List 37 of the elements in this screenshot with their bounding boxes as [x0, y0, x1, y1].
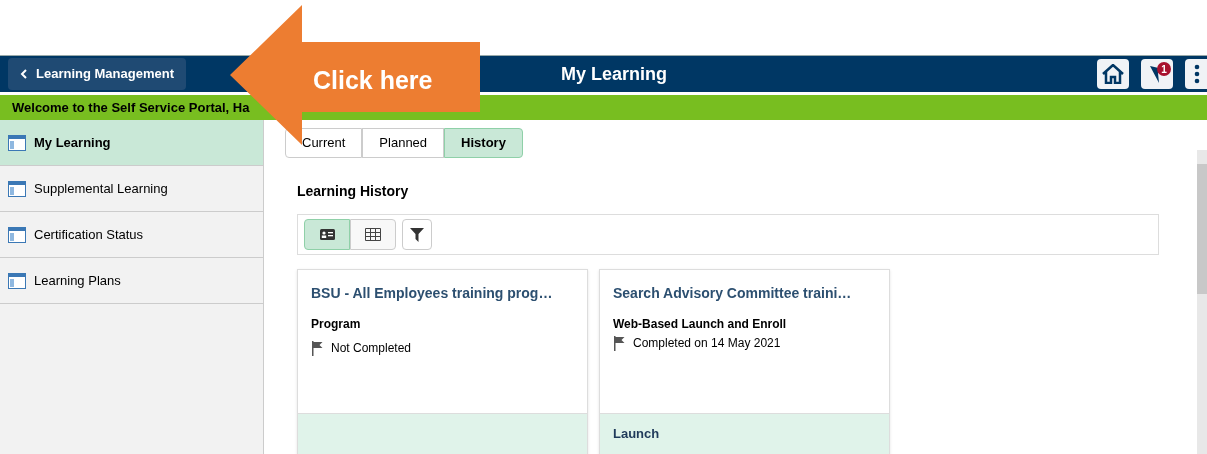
more-button[interactable]: [1185, 59, 1207, 89]
card-type: Web-Based Launch and Enroll: [613, 316, 788, 333]
page-icon: [8, 180, 26, 197]
card-title[interactable]: Search Advisory Committee traini…: [613, 283, 876, 304]
card-view-button[interactable]: [304, 219, 350, 250]
notifications-button[interactable]: 1: [1141, 59, 1173, 89]
tab[interactable]: Planned: [362, 128, 445, 158]
back-button[interactable]: Learning Management: [8, 58, 186, 90]
home-icon: [1102, 64, 1124, 84]
page-icon: [8, 134, 26, 151]
callout-text: Click here: [313, 65, 433, 96]
grid-icon: [365, 228, 381, 241]
filter-icon: [410, 227, 424, 242]
card-type: Program: [311, 316, 362, 333]
tab[interactable]: Current: [285, 128, 363, 158]
filter-button[interactable]: [402, 219, 432, 250]
home-button[interactable]: [1097, 59, 1129, 89]
launch-button[interactable]: Launch: [613, 424, 660, 444]
id-card-icon: [319, 229, 335, 240]
card-status: Not Completed: [331, 340, 412, 357]
flag-icon: [613, 335, 625, 351]
page-icon: [8, 272, 26, 289]
page-icon: [8, 226, 26, 243]
more-icon: [1194, 64, 1200, 84]
card-status: Completed on 14 May 2021: [633, 335, 781, 352]
card-title[interactable]: BSU - All Employees training prog…: [311, 283, 574, 304]
notification-badge: 1: [1157, 62, 1171, 76]
page-title: My Learning: [561, 62, 667, 86]
course-card[interactable]: Search Advisory Committee traini… Web-Based Launch and Enroll Completed on 14 May 2021 Launch: [599, 269, 890, 454]
chevron-left-icon: [20, 69, 28, 79]
flag-icon: [311, 340, 323, 356]
section-title: Learning History: [297, 182, 410, 201]
grid-view-button[interactable]: [350, 219, 396, 250]
welcome-text: Welcome to the Self Service Portal, Ha: [12, 98, 250, 117]
course-card[interactable]: BSU - All Employees training prog… Program Not Completed: [297, 269, 588, 454]
tab[interactable]: History: [444, 128, 523, 158]
sidebar-item[interactable]: My Learning: [0, 120, 263, 166]
